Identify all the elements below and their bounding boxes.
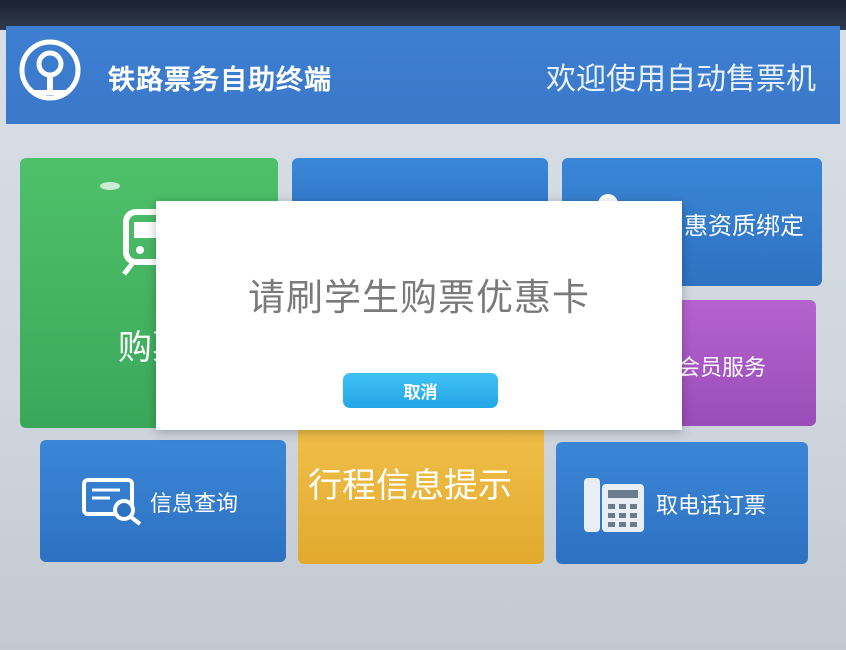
tile-preference-label: 惠资质绑定	[684, 212, 804, 240]
swipe-card-dialog: 请刷学生购票优惠卡 取消	[156, 201, 682, 430]
welcome-text: 欢迎使用自动售票机	[546, 62, 816, 97]
tile-trip-label: 行程信息提示	[308, 466, 512, 506]
tile-info-label: 信息查询	[150, 492, 239, 517]
railway-logo-icon	[19, 39, 81, 101]
tile-info-query[interactable]: 信息查询	[40, 440, 286, 562]
tile-member-label: 会员服务	[678, 356, 767, 381]
search-icon	[82, 478, 142, 526]
cancel-button[interactable]: 取消	[343, 373, 498, 408]
tile-phone-ticket[interactable]: 取电话订票	[556, 442, 808, 564]
tile-trip-info[interactable]: 行程信息提示	[298, 424, 544, 564]
kiosk-screen: 铁路票务自助终端 欢迎使用自动售票机 购票 惠资质绑定 会员服务 信息查询 行程…	[0, 0, 846, 650]
dialog-message: 请刷学生购票优惠卡	[248, 276, 590, 319]
brand-title: 铁路票务自助终端	[108, 65, 332, 96]
phone-icon	[584, 478, 644, 532]
light-reflection	[100, 182, 120, 190]
tile-phone-label: 取电话订票	[656, 494, 767, 519]
